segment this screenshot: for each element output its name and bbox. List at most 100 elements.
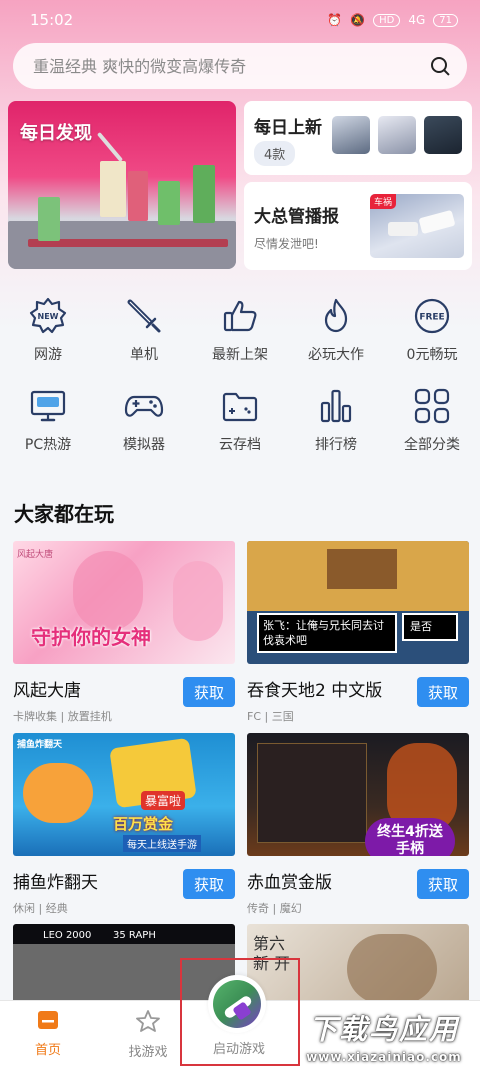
get-button[interactable]: 获取: [417, 677, 469, 707]
broadcast-title: 大总管播报: [254, 207, 339, 227]
game-card[interactable]: 终生4折送手柄 赤血赏金版 传奇 | 魔幻 获取: [247, 733, 469, 916]
cover-character: [173, 561, 223, 641]
banner-figure: [38, 197, 60, 241]
monitor-icon: [28, 386, 68, 426]
category-all[interactable]: 全部分类: [384, 386, 480, 454]
banner-figure: [100, 161, 126, 217]
nav-label: 启动游戏: [212, 1042, 265, 1057]
sword-icon: [124, 296, 164, 336]
gamepad-icon: [124, 386, 164, 426]
category-label: PC热游: [24, 437, 72, 453]
category-label: 模拟器: [123, 437, 165, 453]
category-online-games[interactable]: NEW 网游: [0, 296, 96, 364]
category-leaderboard[interactable]: 排行榜: [288, 386, 384, 454]
game-card[interactable]: 捕鱼炸翻天 暴富啦 百万赏金 每天上线送手游 捕鱼炸翻天 休闲 | 经典 获取: [13, 733, 235, 916]
banner-sword: [96, 131, 124, 163]
section-title-popular: 大家都在玩: [14, 502, 114, 526]
new-game-thumbnail[interactable]: [378, 116, 416, 154]
bar-chart-icon: [316, 386, 356, 426]
nav-find-games[interactable]: 找游戏: [103, 1009, 193, 1060]
category-label: 云存档: [219, 437, 261, 453]
category-free-play[interactable]: FREE 0元畅玩: [384, 296, 480, 364]
category-cloud-save[interactable]: 云存档: [192, 386, 288, 454]
cover-subcaption: 每天上线送手游: [123, 835, 201, 852]
game-card[interactable]: 风起大唐 守护你的女神 风起大唐 卡牌收集 | 放置挂机 获取: [13, 541, 235, 724]
category-pc-games[interactable]: PC热游: [0, 386, 96, 454]
nav-launch-game[interactable]: 启动游戏: [194, 1030, 284, 1057]
cover-dialog-text: 张飞：让俺与兄长同去讨伐袁术吧: [263, 619, 384, 647]
game-cover-partial[interactable]: 第六 新 开: [247, 924, 469, 1004]
search-input[interactable]: [33, 56, 429, 76]
new-badge-icon: NEW: [28, 296, 68, 336]
game-cover[interactable]: 张飞：让俺与兄长同去讨伐袁术吧 是否: [247, 541, 469, 664]
cover-scene: [13, 944, 235, 1004]
cover-logo: 捕鱼炸翻天: [17, 740, 63, 750]
mute-icon: 🔕: [350, 13, 366, 27]
game-cover[interactable]: 风起大唐 守护你的女神: [13, 541, 235, 664]
category-must-play[interactable]: 必玩大作: [288, 296, 384, 364]
nav-label: 首页: [34, 1043, 61, 1058]
category-label: 全部分类: [404, 437, 460, 453]
game-cover[interactable]: 终生4折送手柄: [247, 733, 469, 856]
home-icon: [38, 1011, 58, 1029]
nav-label: 找游戏: [128, 1045, 168, 1060]
category-label: 必玩大作: [308, 347, 364, 363]
game-tags: 卡牌收集 | 放置挂机: [13, 710, 112, 723]
search-icon[interactable]: [429, 55, 451, 77]
broadcast-subtitle: 尽情发泄吧!: [254, 237, 319, 251]
daily-new-title: 每日上新: [254, 118, 322, 138]
star-icon: [136, 1010, 160, 1032]
banner-figure: [158, 181, 180, 225]
watermark-url: www.xiazainiao.com: [306, 1050, 462, 1064]
watermark-title: 下载鸟应用: [308, 1013, 459, 1046]
alarm-icon: ⏰: [327, 13, 343, 27]
daily-new-count-badge: 4款: [254, 141, 296, 166]
cover-badge: 终生4折送手柄: [365, 818, 455, 856]
cover-fish: [23, 763, 93, 823]
launch-game-icon: [213, 980, 261, 1028]
new-game-thumbnail[interactable]: [332, 116, 370, 154]
category-latest[interactable]: 最新上架: [192, 296, 288, 364]
hd-badge: HD: [373, 13, 401, 27]
category-emulator[interactable]: 模拟器: [96, 386, 192, 454]
cover-caption: 百万赏金: [113, 815, 174, 833]
category-single-player[interactable]: 单机: [96, 296, 192, 364]
daily-new-card[interactable]: 每日上新 4款: [244, 101, 472, 175]
daily-discovery-banner[interactable]: 每日发现: [8, 101, 236, 269]
cover-caption: 守护你的女神: [31, 625, 151, 649]
broadcast-image: 车祸: [370, 194, 464, 258]
car-shape: [418, 209, 456, 235]
category-label: 单机: [130, 347, 158, 363]
cover-caption: 第六 新 开: [253, 934, 291, 973]
cover-character: [73, 551, 143, 631]
manager-broadcast-card[interactable]: 大总管播报 尽情发泄吧! 车祸: [244, 182, 472, 270]
game-cover[interactable]: 捕鱼炸翻天 暴富啦 百万赏金 每天上线送手游: [13, 733, 235, 856]
search-bar[interactable]: [13, 43, 467, 89]
banner-figure: [193, 165, 215, 223]
new-game-thumbnail[interactable]: [424, 116, 462, 154]
free-badge-icon: FREE: [412, 296, 452, 336]
cover-badge: 暴富啦: [141, 791, 186, 810]
category-label: 最新上架: [212, 347, 268, 363]
watermark: 下载鸟应用 www.xiazainiao.com: [290, 1008, 478, 1064]
thumbs-up-icon: [220, 296, 260, 336]
svg-text:NEW: NEW: [38, 312, 59, 321]
cover-dialog: 张飞：让俺与兄长同去讨伐袁术吧: [257, 613, 397, 653]
game-tags: 传奇 | 魔幻: [247, 902, 302, 915]
get-button[interactable]: 获取: [417, 869, 469, 899]
status-bar: 15:02 ⏰ 🔕 HD 4G 71: [0, 0, 480, 40]
car-shape: [388, 222, 418, 236]
get-button[interactable]: 获取: [183, 869, 235, 899]
battery-indicator: 71: [433, 13, 458, 27]
game-tags: FC | 三国: [247, 710, 294, 723]
game-cover-partial[interactable]: LEO 2000 35 RAPH: [13, 924, 235, 1004]
network-indicator: 4G: [408, 13, 426, 27]
game-card[interactable]: 张飞：让俺与兄长同去讨伐袁术吧 是否 吞食天地2 中文版 FC | 三国 获取: [247, 541, 469, 724]
cover-caption: LEO 2000: [43, 930, 92, 941]
launch-game-button[interactable]: [208, 975, 266, 1033]
cover-caption: 35 RAPH: [113, 930, 156, 941]
get-button[interactable]: 获取: [183, 677, 235, 707]
cover-choice: 是否: [402, 613, 458, 641]
cover-logo: 风起大唐: [17, 550, 54, 560]
nav-home[interactable]: 首页: [3, 1009, 93, 1058]
